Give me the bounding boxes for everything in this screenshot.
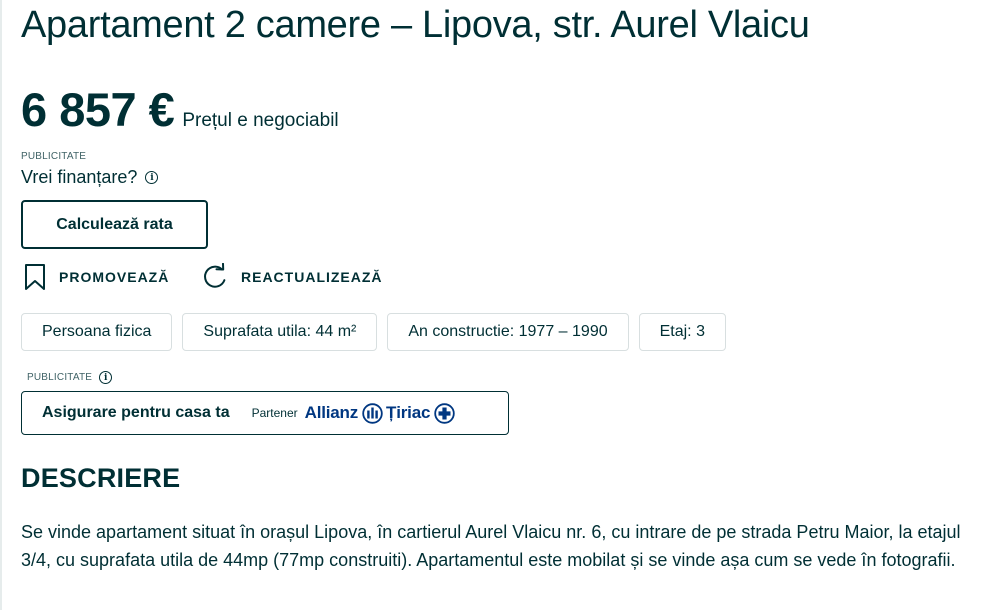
tag-construction-year: An constructie: 1977 – 1990 — [387, 313, 629, 351]
info-icon[interactable]: i — [145, 171, 159, 184]
ad-label-financing: PUBLICITATE — [21, 151, 87, 162]
promote-button[interactable]: PROMOVEAZĂ — [23, 263, 169, 291]
allianz-eagle-icon — [362, 402, 383, 424]
bookmark-icon — [25, 264, 45, 290]
price-negotiable-note: Prețul e negociabil — [182, 110, 339, 131]
listing-tags: Persoana fizica Suprafata utila: 44 m² A… — [21, 313, 726, 351]
insurance-partner-label: Partener — [251, 406, 298, 420]
price-row: 6 857 € Prețul e negociabil — [21, 82, 339, 137]
ad-label-insurance: PUBLICITATE — [27, 372, 93, 383]
tag-seller-type: Persoana fizica — [21, 313, 173, 351]
partner-name-tiriac: Țiriac — [386, 403, 431, 422]
ad-label-insurance-row: PUBLICITATE i — [27, 371, 113, 384]
partner-name-allianz: Allianz — [304, 403, 359, 422]
financing-question-text: Vrei finanțare? — [21, 167, 138, 187]
refresh-icon — [204, 263, 226, 288]
info-icon[interactable]: i — [99, 371, 113, 384]
allianz-tiriac-logo: Allianz Țiriac — [304, 402, 459, 424]
insurance-title: Asigurare pentru casa ta — [42, 404, 230, 421]
description-text: Se vinde apartament situat în orașul Lip… — [21, 522, 961, 570]
refresh-label: REACTUALIZEAZĂ — [241, 268, 383, 285]
calculate-rate-button[interactable]: Calculează rata — [21, 200, 208, 249]
price: 6 857 € — [21, 83, 175, 136]
refresh-button[interactable]: REACTUALIZEAZĂ — [202, 263, 383, 290]
insurance-banner[interactable]: Asigurare pentru casa ta Partener Allian… — [21, 391, 509, 435]
tag-usable-area: Suprafata utila: 44 m² — [182, 313, 378, 351]
listing-title: Apartament 2 camere – Lipova, str. Aurel… — [21, 4, 810, 46]
financing-question: Vrei finanțare? i — [21, 167, 159, 188]
tag-floor: Etaj: 3 — [638, 313, 726, 351]
description-heading: DESCRIERE — [21, 463, 181, 493]
tiriac-cross-icon — [434, 402, 455, 424]
promote-label: PROMOVEAZĂ — [59, 269, 170, 285]
left-border — [0, 0, 2, 610]
